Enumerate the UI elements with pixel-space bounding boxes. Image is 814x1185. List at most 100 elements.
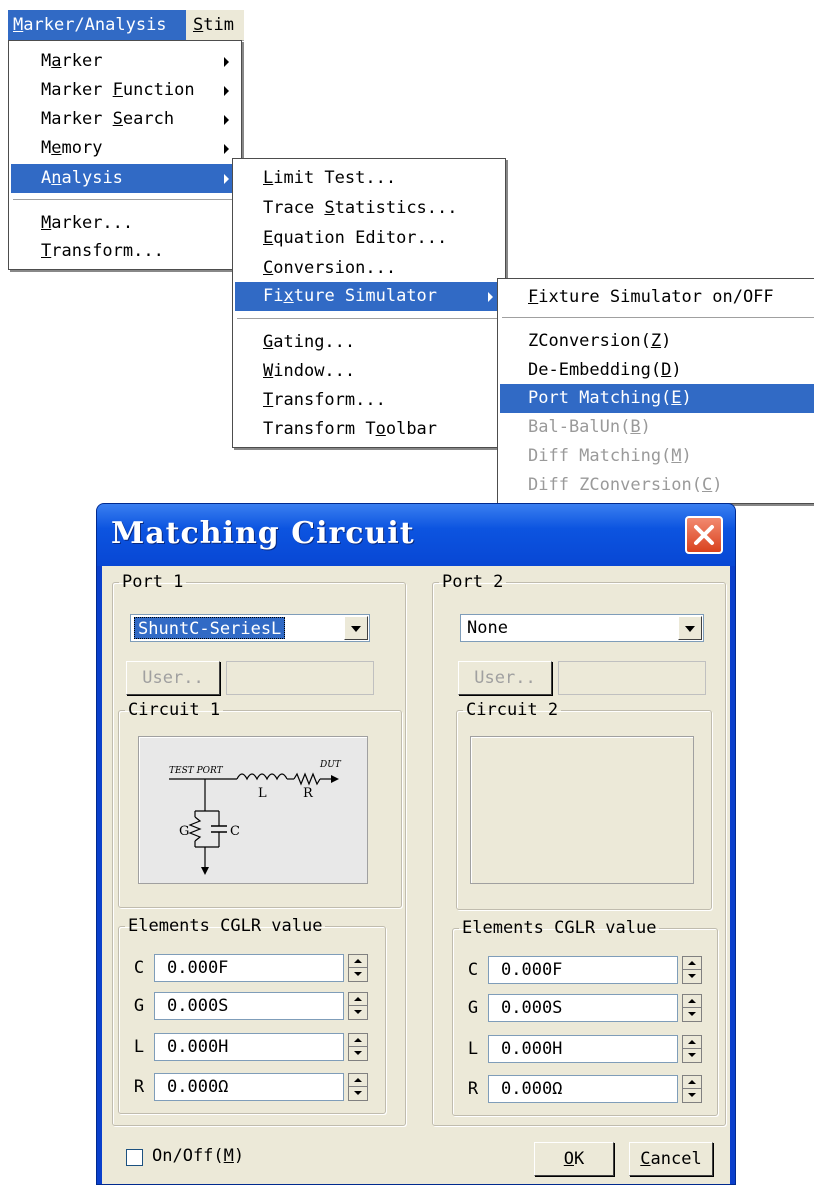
port2-user-file-field: [558, 661, 706, 695]
port1-l-value-field[interactable]: 0.000H: [154, 1033, 344, 1061]
spin-down-icon[interactable]: [683, 970, 701, 983]
port2-element-r: R 0.000Ω: [464, 1075, 714, 1103]
port1-g-spinner[interactable]: [348, 992, 368, 1020]
port1-c-value-field[interactable]: 0.000F: [154, 954, 344, 982]
dialog-title: Matching Circuit: [111, 516, 415, 551]
menu-bar: Marker/Analysis Stim: [8, 10, 244, 41]
menu-item-label: Equation Editor...: [263, 228, 448, 248]
menu-item-transform-toolbar[interactable]: Transform Toolbar: [235, 415, 503, 444]
port2-g-spinner[interactable]: [682, 994, 702, 1022]
menubar-item-marker-analysis[interactable]: Marker/Analysis: [8, 10, 186, 40]
menu-item-window[interactable]: Window...: [235, 357, 503, 386]
element-g-label: G: [467, 998, 479, 1018]
fixture-simulator-submenu: Fixture Simulator on/OFF ZConversion(Z) …: [497, 278, 814, 504]
port2-l-spinner[interactable]: [682, 1035, 702, 1063]
marker-analysis-menu: Marker Marker Function Marker Search Mem…: [8, 40, 242, 270]
menu-item-label: Fixture Simulator on/OFF: [528, 287, 774, 307]
port1-r-value-field[interactable]: 0.000Ω: [154, 1073, 344, 1101]
chevron-down-icon[interactable]: [344, 616, 368, 640]
port2-r-spinner[interactable]: [682, 1075, 702, 1103]
menu-item-label: Transform Toolbar: [263, 419, 438, 439]
menu-item-marker-function[interactable]: Marker Function: [11, 76, 239, 105]
on-off-label[interactable]: On/Off(M): [152, 1146, 244, 1166]
menu-item-gating[interactable]: Gating...: [235, 328, 503, 357]
port1-label: Port 1: [122, 572, 184, 592]
cancel-button[interactable]: Cancel: [629, 1142, 713, 1176]
ok-button[interactable]: OK: [534, 1142, 614, 1176]
menubar-item-stimulus[interactable]: Stim: [188, 10, 244, 40]
port1-l-spinner[interactable]: [348, 1033, 368, 1061]
menu-item-marker-search[interactable]: Marker Search: [11, 105, 239, 134]
menu-item-analysis[interactable]: Analysis: [11, 164, 239, 193]
spin-up-icon[interactable]: [349, 1034, 367, 1047]
menu-item-zconversion[interactable]: ZConversion(Z): [500, 327, 814, 356]
spin-up-icon[interactable]: [683, 995, 701, 1008]
port2-c-value-field[interactable]: 0.000F: [488, 956, 678, 984]
port2-circuit-select[interactable]: None: [460, 614, 704, 642]
spin-up-icon[interactable]: [349, 993, 367, 1006]
circuit1-label: Circuit 1: [128, 700, 221, 720]
menu-item-transform-analysis[interactable]: Transform...: [235, 386, 503, 415]
port1-r-spinner[interactable]: [348, 1073, 368, 1101]
submenu-arrow-icon: [488, 292, 493, 302]
menu-item-limit-test[interactable]: Limit Test...: [235, 164, 503, 193]
menu-item-memory[interactable]: Memory: [11, 134, 239, 163]
menu-item-marker-dialog[interactable]: Marker...: [11, 209, 239, 238]
port1-g-value-field[interactable]: 0.000S: [154, 992, 344, 1020]
port2-r-value-field[interactable]: 0.000Ω: [488, 1075, 678, 1103]
matching-circuit-dialog: Matching Circuit Port 1 ShuntC-SeriesL U…: [96, 503, 736, 1185]
menu-item-label: Trace Statistics...: [263, 198, 458, 218]
submenu-arrow-icon: [224, 57, 229, 67]
port2-element-l: L 0.000H: [464, 1035, 714, 1063]
menu-item-diff-matching: Diff Matching(M): [500, 442, 814, 471]
menu-item-label: Transform...: [41, 241, 164, 261]
spin-up-icon[interactable]: [683, 1076, 701, 1089]
close-button[interactable]: [685, 516, 723, 554]
port2-g-value-field[interactable]: 0.000S: [488, 994, 678, 1022]
menu-item-conversion[interactable]: Conversion...: [235, 254, 503, 283]
port1-element-g: G 0.000S: [130, 992, 380, 1020]
dialog-title-bar[interactable]: Matching Circuit: [97, 504, 735, 566]
menu-item-label: Diff Matching(M): [528, 446, 692, 466]
menu-item-fixture-simulator[interactable]: Fixture Simulator: [235, 282, 503, 311]
spin-up-icon[interactable]: [349, 955, 367, 968]
port1-user-file-field: [226, 661, 374, 695]
port1-c-spinner[interactable]: [348, 954, 368, 982]
menu-item-label: Transform...: [263, 390, 386, 410]
spin-down-icon[interactable]: [349, 1047, 367, 1060]
spin-down-icon[interactable]: [349, 1087, 367, 1100]
port2-l-value-field[interactable]: 0.000H: [488, 1035, 678, 1063]
menu-item-label: Bal-BalUn(B): [528, 417, 651, 437]
menu-item-port-matching[interactable]: Port Matching(E): [500, 384, 814, 413]
spin-down-icon[interactable]: [349, 968, 367, 981]
menu-item-label: Limit Test...: [263, 168, 397, 188]
on-off-checkbox[interactable]: [126, 1149, 143, 1166]
cancel-label: Cancel: [640, 1149, 702, 1169]
spin-up-icon[interactable]: [349, 1074, 367, 1087]
menu-item-equation-editor[interactable]: Equation Editor...: [235, 224, 503, 253]
spin-up-icon[interactable]: [683, 957, 701, 970]
submenu-arrow-icon: [224, 86, 229, 96]
spin-down-icon[interactable]: [349, 1006, 367, 1019]
menu-item-label: Analysis: [41, 168, 123, 188]
menu-item-label: Gating...: [263, 332, 356, 352]
menu-separator: [502, 317, 814, 319]
port2-c-spinner[interactable]: [682, 956, 702, 984]
spin-down-icon[interactable]: [683, 1049, 701, 1062]
spin-down-icon[interactable]: [683, 1089, 701, 1102]
menu-item-trace-statistics[interactable]: Trace Statistics...: [235, 194, 503, 223]
port2-user-button: User..: [458, 661, 552, 695]
menu-item-label: Marker: [41, 51, 103, 71]
spin-up-icon[interactable]: [683, 1036, 701, 1049]
menu-item-transform[interactable]: Transform...: [11, 237, 239, 266]
chevron-down-icon[interactable]: [678, 616, 702, 640]
menu-item-marker[interactable]: Marker: [11, 47, 239, 76]
menu-item-de-embedding[interactable]: De-Embedding(D): [500, 356, 814, 385]
capacitor-label: C: [230, 824, 240, 839]
close-icon: [694, 525, 714, 545]
port1-circuit-select[interactable]: ShuntC-SeriesL: [130, 614, 370, 642]
spin-down-icon[interactable]: [683, 1008, 701, 1021]
menu-item-fixture-simulator-toggle[interactable]: Fixture Simulator on/OFF: [500, 283, 814, 312]
dut-label: DUT: [319, 760, 342, 770]
port2-element-c: C 0.000F: [464, 956, 714, 984]
